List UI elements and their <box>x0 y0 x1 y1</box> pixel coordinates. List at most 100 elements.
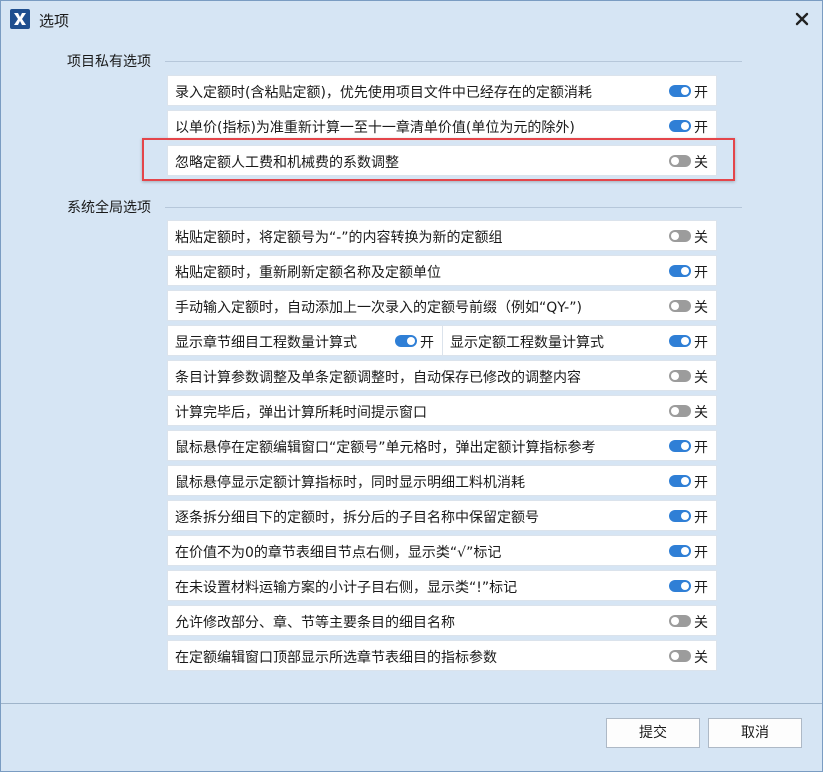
toggle-on-icon <box>669 440 691 452</box>
option-label: 条目计算参数调整及单条定额调整时，自动保存已修改的调整内容 <box>175 370 581 386</box>
section-global-label: 系统全局选项 <box>67 200 151 216</box>
toggle-on-icon <box>669 475 691 487</box>
option-row: 在定额编辑窗口顶部显示所选章节表细目的指标参数 关 <box>167 640 717 671</box>
option-row: 粘贴定额时，重新刷新定额名称及定额单位 开 <box>167 255 717 286</box>
toggle-knob <box>681 477 689 485</box>
toggle-on-icon <box>669 85 691 97</box>
option-row: 手动输入定额时，自动添加上一次录入的定额号前缀（例如“QY-”) 关 <box>167 290 717 321</box>
option-label: 显示定额工程数量计算式 <box>450 335 604 351</box>
option-label: 鼠标悬停在定额编辑窗口“定额号”单元格时，弹出定额计算指标参考 <box>175 440 596 456</box>
toggle-off-icon <box>669 615 691 627</box>
toggle-state-label: 关 <box>694 230 708 246</box>
toggle-state-label: 关 <box>694 405 708 421</box>
option-cell: 显示章节细目工程数量计算式 开 <box>168 326 442 355</box>
toggle-state-label: 开 <box>694 120 708 136</box>
cancel-button[interactable]: 取消 <box>708 718 802 748</box>
option-cell: 录入定额时(含粘贴定额)，优先使用项目文件中已经存在的定额消耗 开 <box>168 76 716 105</box>
window-title: 选项 <box>39 12 70 30</box>
toggle-knob <box>681 87 689 95</box>
toggle-off-icon <box>669 405 691 417</box>
option-label: 以单价(指标)为准重新计算一至十一章清单价值(单位为元的除外) <box>175 120 575 136</box>
section-private-label: 项目私有选项 <box>67 54 151 70</box>
option-row: 显示章节细目工程数量计算式 开显示定额工程数量计算式开 <box>167 325 717 356</box>
option-cell: 在定额编辑窗口顶部显示所选章节表细目的指标参数 关 <box>168 641 716 670</box>
toggle-knob <box>681 442 689 450</box>
option-label: 在未设置材料运输方案的小计子目右侧，显示类“!”标记 <box>175 580 518 596</box>
option-cell: 显示定额工程数量计算式 开 <box>443 326 716 355</box>
option-row: 以单价(指标)为准重新计算一至十一章清单价值(单位为元的除外) 开 <box>167 110 717 141</box>
toggle-off-icon <box>669 300 691 312</box>
toggle-off-icon <box>669 370 691 382</box>
dialog-footer: 提交 取消 <box>1 704 822 771</box>
option-cell: 粘贴定额时，将定额号为“-”的内容转换为新的定额组 关 <box>168 221 716 250</box>
toggle-knob <box>671 302 679 310</box>
option-cell: 粘贴定额时，重新刷新定额名称及定额单位 开 <box>168 256 716 285</box>
option-label: 在价值不为0的章节表细目节点右侧，显示类“√”标记 <box>175 545 502 561</box>
option-cell: 鼠标悬停显示定额计算指标时，同时显示明细工料机消耗 开 <box>168 466 716 495</box>
option-row: 逐条拆分细目下的定额时，拆分后的子目名称中保留定额号 开 <box>167 500 717 531</box>
toggle-state-label: 开 <box>694 440 708 456</box>
option-cell: 条目计算参数调整及单条定额调整时，自动保存已修改的调整内容 关 <box>168 361 716 390</box>
option-label: 允许修改部分、章、节等主要条目的细目名称 <box>175 615 455 631</box>
toggle-knob <box>681 337 689 345</box>
option-label: 在定额编辑窗口顶部显示所选章节表细目的指标参数 <box>175 650 497 666</box>
toggle-knob <box>681 512 689 520</box>
app-logo-icon <box>10 9 30 29</box>
toggle-state-label: 开 <box>694 580 708 596</box>
option-cell: 以单价(指标)为准重新计算一至十一章清单价值(单位为元的除外) 开 <box>168 111 716 140</box>
toggle-state-label: 关 <box>694 615 708 631</box>
toggle-knob <box>671 617 679 625</box>
toggle-knob <box>681 267 689 275</box>
toggle-on-icon <box>669 265 691 277</box>
submit-button[interactable]: 提交 <box>606 718 700 748</box>
option-row: 计算完毕后，弹出计算所耗时间提示窗口 关 <box>167 395 717 426</box>
highlight-box <box>142 138 735 181</box>
option-row: 在未设置材料运输方案的小计子目右侧，显示类“!”标记 开 <box>167 570 717 601</box>
close-button[interactable] <box>790 7 814 31</box>
option-row: 录入定额时(含粘贴定额)，优先使用项目文件中已经存在的定额消耗 开 <box>167 75 717 106</box>
option-label: 计算完毕后，弹出计算所耗时间提示窗口 <box>175 405 427 421</box>
title-bar: 选项 <box>1 1 822 37</box>
toggle-on-icon <box>669 545 691 557</box>
toggle-state-label: 开 <box>694 510 708 526</box>
option-row: 允许修改部分、章、节等主要条目的细目名称 关 <box>167 605 717 636</box>
toggle-knob <box>671 652 679 660</box>
toggle-state-label: 关 <box>694 650 708 666</box>
option-cell: 在未设置材料运输方案的小计子目右侧，显示类“!”标记 开 <box>168 571 716 600</box>
toggle-off-icon <box>669 230 691 242</box>
toggle-knob <box>681 547 689 555</box>
option-row: 鼠标悬停显示定额计算指标时，同时显示明细工料机消耗 开 <box>167 465 717 496</box>
toggle-on-icon <box>669 120 691 132</box>
close-icon <box>795 12 809 26</box>
option-cell: 逐条拆分细目下的定额时，拆分后的子目名称中保留定额号 开 <box>168 501 716 530</box>
toggle-off-icon <box>669 650 691 662</box>
toggle-state-label: 开 <box>694 85 708 101</box>
option-label: 显示章节细目工程数量计算式 <box>175 335 357 351</box>
option-row: 鼠标悬停在定额编辑窗口“定额号”单元格时，弹出定额计算指标参考 开 <box>167 430 717 461</box>
toggle-knob <box>681 122 689 130</box>
option-label: 粘贴定额时，重新刷新定额名称及定额单位 <box>175 265 441 281</box>
toggle-on-icon <box>669 510 691 522</box>
option-label: 逐条拆分细目下的定额时，拆分后的子目名称中保留定额号 <box>175 510 539 526</box>
toggle-knob <box>671 372 679 380</box>
toggle-state-label: 开 <box>420 335 434 351</box>
toggle-knob <box>671 407 679 415</box>
option-row: 粘贴定额时，将定额号为“-”的内容转换为新的定额组 关 <box>167 220 717 251</box>
section-private-divider <box>165 61 742 62</box>
option-cell: 鼠标悬停在定额编辑窗口“定额号”单元格时，弹出定额计算指标参考 开 <box>168 431 716 460</box>
option-row: 在价值不为0的章节表细目节点右侧，显示类“√”标记 开 <box>167 535 717 566</box>
toggle-knob <box>681 582 689 590</box>
toggle-state-label: 关 <box>694 300 708 316</box>
option-cell: 在价值不为0的章节表细目节点右侧，显示类“√”标记 开 <box>168 536 716 565</box>
option-label: 鼠标悬停显示定额计算指标时，同时显示明细工料机消耗 <box>175 475 525 491</box>
option-label: 手动输入定额时，自动添加上一次录入的定额号前缀（例如“QY-”) <box>175 300 582 316</box>
option-label: 粘贴定额时，将定额号为“-”的内容转换为新的定额组 <box>175 230 503 246</box>
toggle-knob <box>671 232 679 240</box>
toggle-knob <box>407 337 415 345</box>
toggle-state-label: 开 <box>694 265 708 281</box>
option-cell: 允许修改部分、章、节等主要条目的细目名称 关 <box>168 606 716 635</box>
toggle-on-icon <box>669 335 691 347</box>
option-row: 条目计算参数调整及单条定额调整时，自动保存已修改的调整内容 关 <box>167 360 717 391</box>
toggle-on-icon <box>395 335 417 347</box>
section-global-divider <box>165 207 742 208</box>
